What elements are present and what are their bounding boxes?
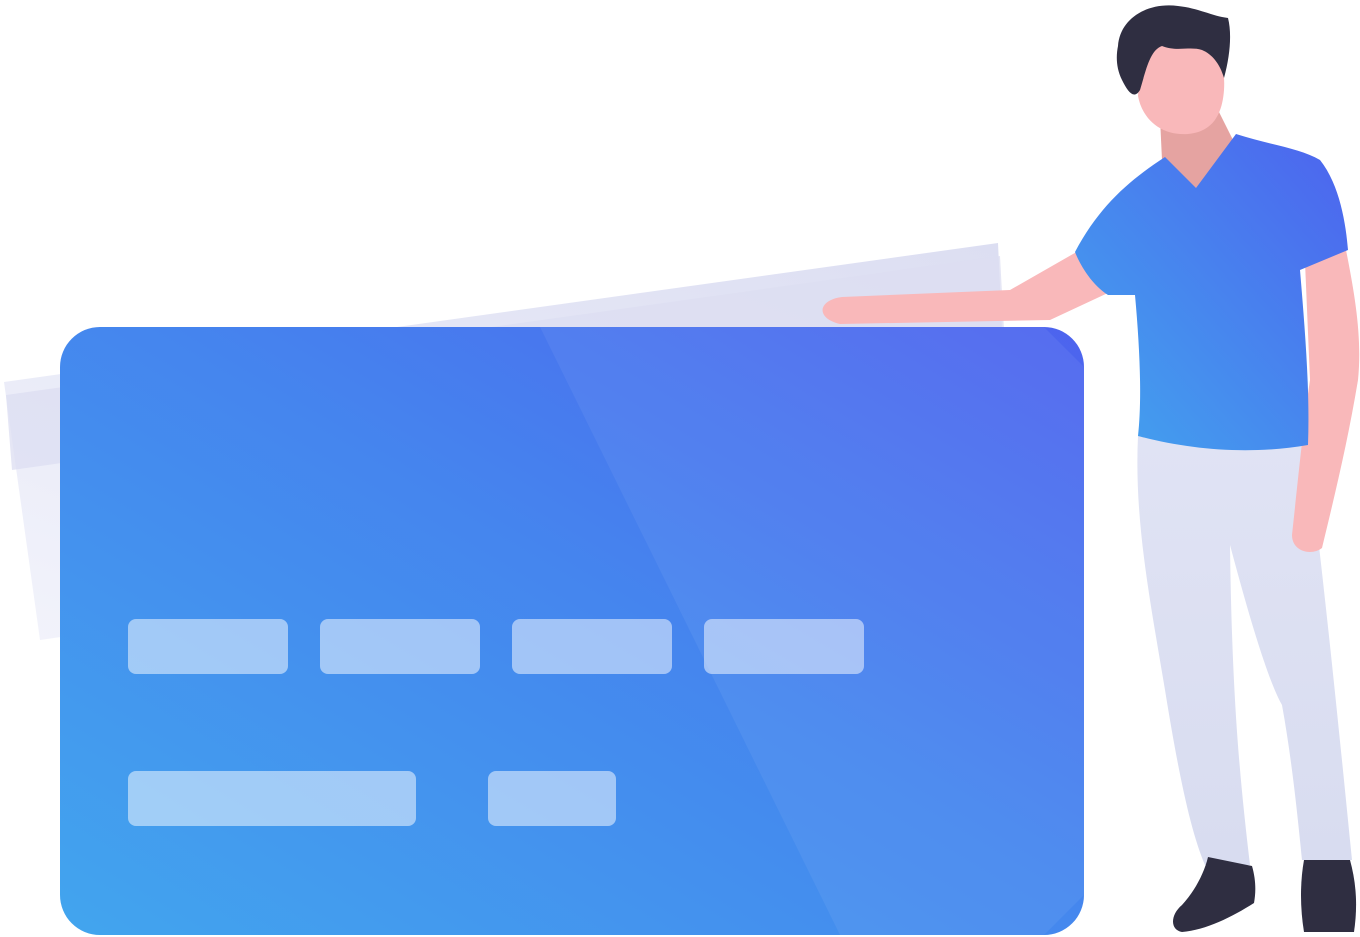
card-number-group [512,619,672,674]
person [1075,5,1360,932]
credit-card-illustration [4,5,1360,935]
card-expiry-field [488,771,616,826]
card-number-group [704,619,864,674]
illustration-scene [0,0,1360,937]
card-number-group [128,619,288,674]
card-holder-field [128,771,416,826]
card-number-group [320,619,480,674]
person-shoe-left [1173,857,1256,932]
person-shoe-right [1301,860,1357,932]
